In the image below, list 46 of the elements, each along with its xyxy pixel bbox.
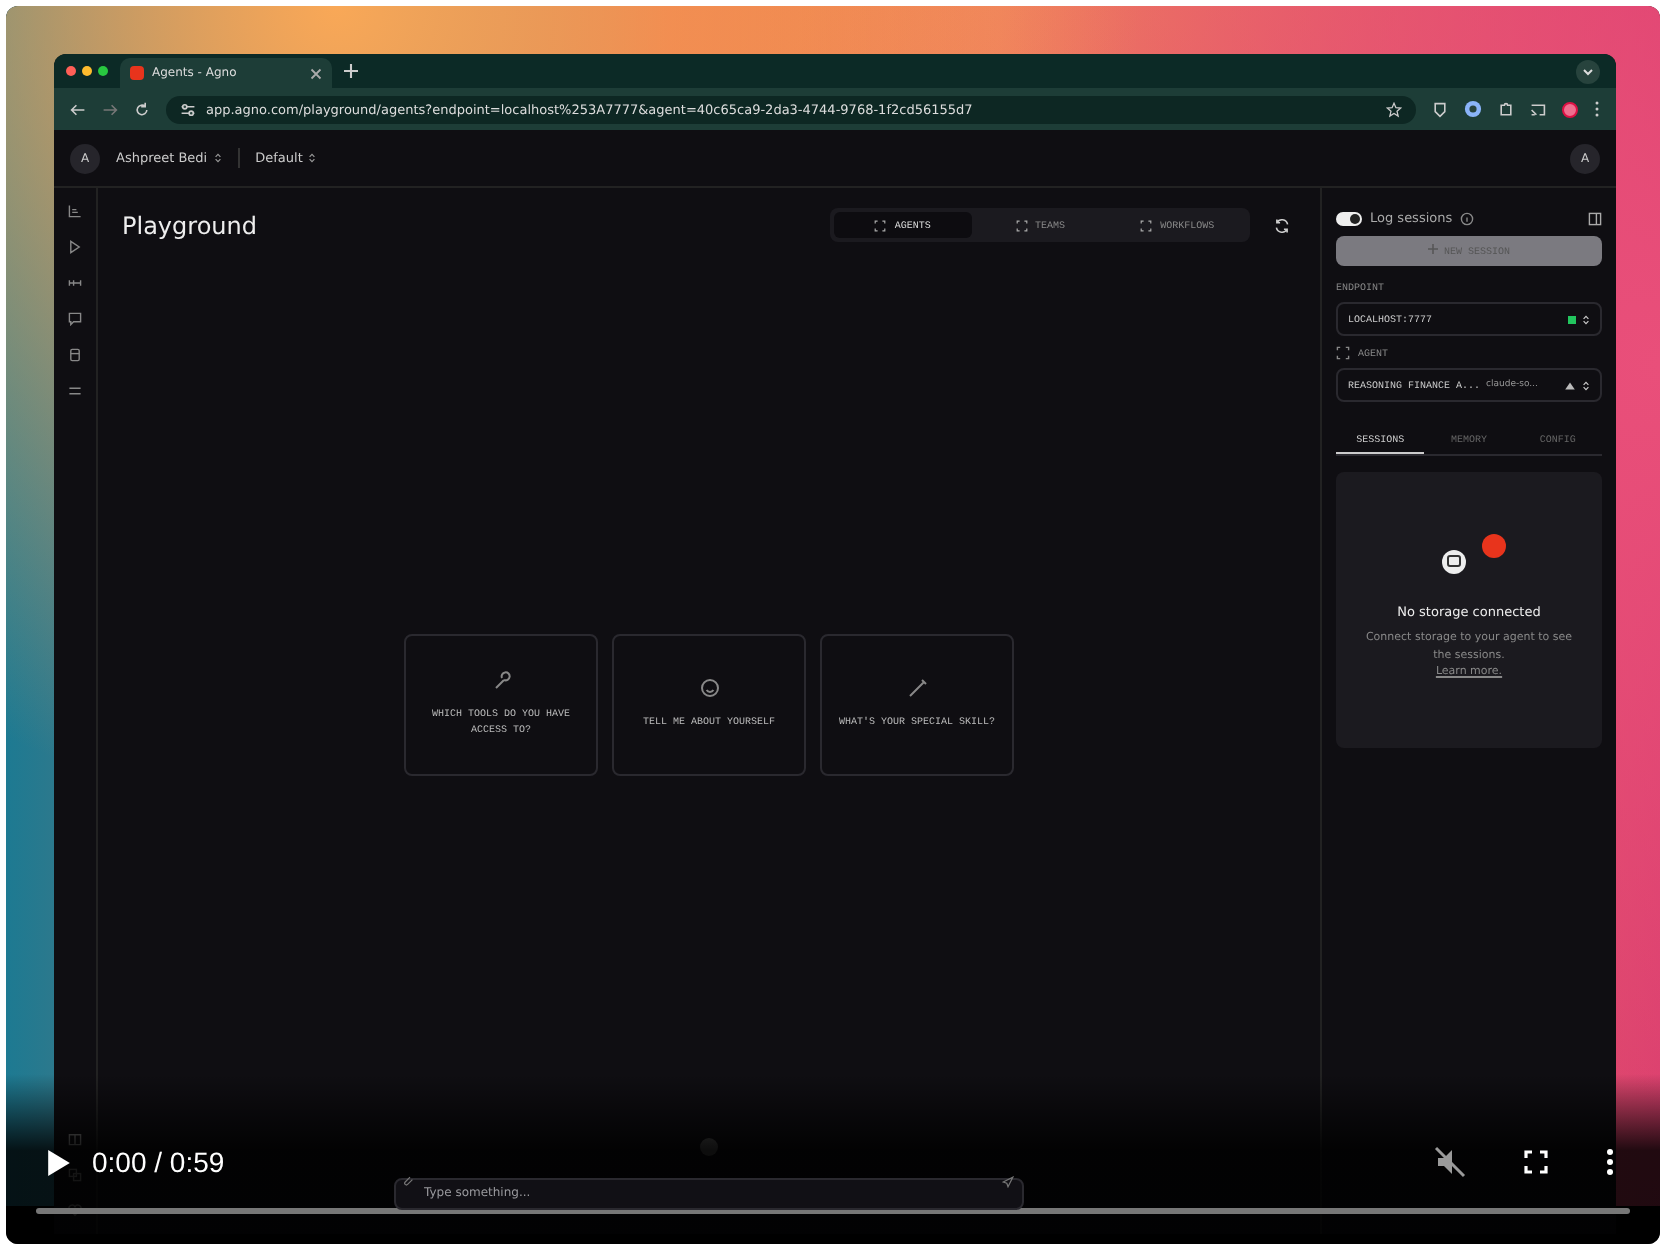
link-icon[interactable]: [68, 276, 82, 290]
back-icon[interactable]: [70, 101, 86, 117]
muted-icon[interactable]: [1434, 1146, 1466, 1178]
smiley-icon: [699, 677, 719, 698]
site-settings-icon[interactable]: [180, 101, 196, 117]
updown-icon: [213, 152, 222, 164]
forward-icon[interactable]: [102, 101, 118, 117]
puzzle-icon[interactable]: [1498, 101, 1514, 117]
profile-icon[interactable]: [1562, 101, 1578, 117]
progress-bar[interactable]: [36, 1208, 1630, 1214]
extension-icon[interactable]: [1464, 100, 1482, 118]
reload-icon[interactable]: [134, 101, 150, 117]
tab-icon: [1140, 219, 1153, 231]
updown-icon: [308, 152, 317, 164]
video-time: 0:00 / 0:59: [92, 1146, 225, 1178]
agent-icon: [1336, 345, 1350, 359]
model-icon: [1564, 379, 1576, 391]
favicon-icon: [130, 66, 144, 80]
panel-icon[interactable]: [1588, 211, 1602, 225]
new-tab-icon[interactable]: [344, 64, 358, 78]
refresh-icon[interactable]: [1274, 217, 1290, 233]
send-icon[interactable]: [1002, 1176, 1014, 1188]
tab-icon: [874, 219, 887, 231]
log-sessions-toggle[interactable]: [1336, 211, 1362, 225]
shield-icon[interactable]: [1432, 101, 1448, 117]
cast-icon[interactable]: [1530, 101, 1546, 117]
page-title: Playground: [122, 211, 257, 239]
plus-icon: [1427, 244, 1438, 254]
database-icon[interactable]: [68, 348, 82, 362]
sliders-icon[interactable]: [68, 384, 82, 398]
star-icon[interactable]: [1386, 101, 1402, 117]
play-icon[interactable]: [48, 1149, 70, 1175]
tab-icon: [1015, 219, 1027, 231]
more-icon[interactable]: [1594, 100, 1600, 118]
window-controls-icon[interactable]: [66, 66, 108, 76]
more-icon[interactable]: [1606, 1148, 1614, 1176]
fullscreen-icon[interactable]: [1524, 1150, 1548, 1174]
updown-icon: [1582, 379, 1590, 391]
close-icon[interactable]: [310, 67, 322, 79]
chat-icon[interactable]: [68, 312, 82, 326]
wand-icon: [907, 677, 927, 698]
chart-icon[interactable]: [68, 204, 82, 218]
info-icon[interactable]: [1460, 211, 1475, 225]
updown-icon: [1582, 313, 1590, 325]
chevron-down-icon[interactable]: [1576, 59, 1600, 83]
wrench-icon: [491, 669, 511, 689]
